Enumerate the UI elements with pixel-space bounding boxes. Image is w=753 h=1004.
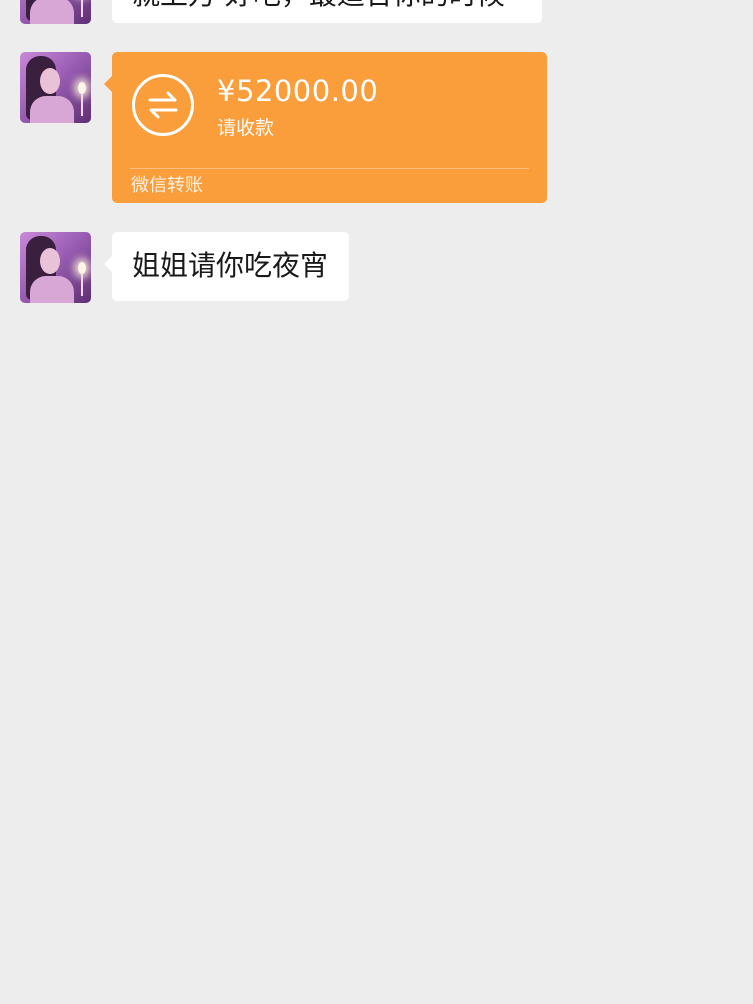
message-text: 姐姐请你吃夜宵	[132, 249, 329, 282]
light-stick	[81, 0, 83, 17]
light-bulb-icon	[78, 82, 86, 94]
light-stick	[81, 94, 83, 116]
avatar-shoulder	[30, 96, 74, 123]
chat-area: 就上万 好吧，最适合你的时候 ¥52000.00 请收款 微信转账 姐姐请你吃夜…	[0, 0, 753, 1004]
transfer-arrows-icon	[132, 74, 194, 136]
transfer-amount: ¥52000.00	[217, 74, 379, 108]
avatar-shoulder	[30, 0, 74, 24]
transfer-divider	[130, 168, 529, 169]
transfer-footer: 微信转账	[131, 175, 203, 196]
avatar-shoulder	[30, 276, 74, 303]
avatar-face	[40, 68, 60, 94]
message-bubble-partial[interactable]: 就上万 好吧，最适合你的时候	[112, 0, 542, 23]
light-stick	[81, 274, 83, 296]
avatar[interactable]	[20, 232, 91, 303]
transfer-status: 请收款	[217, 117, 275, 139]
message-text: 就上万 好吧，最适合你的时候	[132, 0, 505, 12]
avatar[interactable]	[20, 52, 91, 123]
transfer-card[interactable]: ¥52000.00 请收款 微信转账	[104, 52, 547, 203]
message-bubble[interactable]: 姐姐请你吃夜宵	[103, 232, 350, 301]
avatar-face	[40, 248, 60, 274]
avatar[interactable]	[20, 0, 91, 24]
light-bulb-icon	[78, 262, 86, 274]
